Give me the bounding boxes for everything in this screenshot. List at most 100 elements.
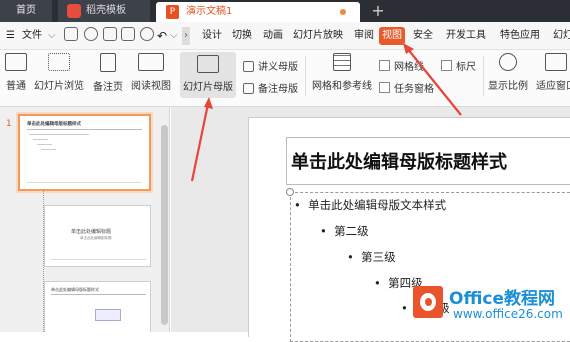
ribbon-divider <box>483 56 484 96</box>
display-ratio-label: 显示比例 <box>488 81 528 92</box>
menu-design[interactable]: 设计 <box>202 27 222 45</box>
notes-master-icon <box>243 83 254 94</box>
more-arrow-icon[interactable]: › <box>182 27 190 45</box>
menu-slide-more[interactable]: 幻灯 <box>553 27 570 45</box>
text-level-2-label: 第二级 <box>334 224 369 238</box>
slide-sorter-label: 幻灯片浏览 <box>34 81 84 92</box>
presentation-icon: P <box>166 5 179 19</box>
grid-guides-button[interactable]: 网格和参考线 <box>311 53 373 92</box>
ruler-label: 标尺 <box>456 62 476 73</box>
watermark: Office教程网 www.office26.com <box>413 282 570 332</box>
thumbnail-scrollbar[interactable] <box>160 107 169 332</box>
zoom-icon <box>499 53 517 71</box>
gridlines-label: 网格线 <box>394 62 424 73</box>
normal-view-icon <box>5 53 27 71</box>
master-title-text[interactable]: 单击此处编辑母版标题样式 <box>291 143 570 183</box>
notes-page-icon <box>100 53 116 72</box>
menu-review[interactable]: 审阅 <box>354 27 374 45</box>
thumb-text-line <box>29 134 89 135</box>
fit-window-icon <box>545 53 567 71</box>
undo-dropdown-icon[interactable]: ⌵ <box>170 27 178 45</box>
ruler-checkbox[interactable]: 标尺 <box>441 58 476 73</box>
slide-master-button[interactable]: 幻灯片母版 <box>180 52 236 98</box>
display-ratio-button[interactable]: 显示比例 <box>486 53 530 92</box>
slide-thumbnail-title-layout[interactable]: 单击此处编辑标题 单击此处编辑副标题 <box>44 205 151 267</box>
gridlines-checkbox[interactable]: 网格线 <box>379 58 424 73</box>
open-icon[interactable] <box>64 27 78 41</box>
task-pane-checkbox-box[interactable] <box>379 82 390 93</box>
thumb-rule <box>51 294 146 295</box>
normal-view-button[interactable]: 普通 <box>4 53 28 92</box>
reading-view-label: 阅读视图 <box>131 81 171 92</box>
slide-thumbnail-content-layout[interactable]: 单击此处编辑母版标题样式 <box>44 281 151 332</box>
text-level-1-label: 单击此处编辑母版文本样式 <box>308 198 447 212</box>
thumb-subtitle: 单击此处编辑副标题 <box>80 236 112 240</box>
tab-template[interactable]: 稻壳模板 <box>58 0 150 22</box>
text-level-1[interactable]: • 单击此处编辑母版文本样式 <box>294 197 446 213</box>
menu-slideshow[interactable]: 幻灯片放映 <box>293 27 343 45</box>
tab-document[interactable]: P 演示文稿1 <box>156 2 360 22</box>
menu-developer[interactable]: 开发工具 <box>446 27 486 45</box>
thumb-placeholder-icons <box>95 309 121 321</box>
scrollbar-thumb[interactable] <box>161 125 168 325</box>
notes-page-label: 备注页 <box>93 82 123 93</box>
thumb-footer-line <box>27 182 142 183</box>
menu-animation[interactable]: 动画 <box>263 27 283 45</box>
task-pane-checkbox[interactable]: 任务窗格 <box>379 80 434 95</box>
handout-master-label: 讲义母版 <box>258 62 298 73</box>
menu-security[interactable]: 安全 <box>413 27 433 45</box>
handout-master-button[interactable]: 讲义母版 <box>243 58 298 73</box>
fit-window-button[interactable]: 适应窗口 <box>534 53 570 92</box>
ribbon: 普通 幻灯片浏览 备注页 阅读视图 幻灯片母版 讲义母版 备注母版 网格和参考线… <box>0 50 570 107</box>
undo-icon[interactable]: ↶ <box>157 27 167 45</box>
thumb-title: 单击此处编辑母版标题样式 <box>27 122 81 127</box>
thumb-title: 单击此处编辑标题 <box>71 229 112 235</box>
preview-icon[interactable] <box>140 27 154 41</box>
tab-bar: 首页 稻壳模板 P 演示文稿1 + <box>0 0 570 22</box>
thumb-text-line <box>37 144 52 145</box>
reading-view-button[interactable]: 阅读视图 <box>128 53 174 92</box>
notes-page-button[interactable]: 备注页 <box>92 53 124 93</box>
text-level-3-label: 第三级 <box>361 250 396 264</box>
tab-home[interactable]: 首页 <box>0 0 52 22</box>
thumb-title: 单击此处编辑母版标题样式 <box>51 287 99 292</box>
export-icon[interactable] <box>103 27 117 41</box>
thumb-rule <box>27 129 142 130</box>
menu-transition[interactable]: 切换 <box>232 27 252 45</box>
menu-bar: ☰ 文件 ⌵ ↶ ⌵ › 设计 切换 动画 幻灯片放映 审阅 视图 安全 开发工… <box>0 22 570 50</box>
thumb-text-line <box>33 139 48 140</box>
menu-features[interactable]: 特色应用 <box>500 27 540 45</box>
text-level-2[interactable]: • 第二级 <box>320 223 369 239</box>
tab-document-label: 演示文稿1 <box>186 6 233 17</box>
text-level-3[interactable]: • 第三级 <box>347 249 396 265</box>
gridlines-checkbox-box[interactable] <box>379 60 390 71</box>
reading-view-icon <box>138 53 164 71</box>
tab-template-label: 稻壳模板 <box>86 5 126 16</box>
resize-handle[interactable] <box>286 188 294 196</box>
slide-master-icon <box>197 55 219 73</box>
slide-number: 1 <box>6 119 12 129</box>
slide-sorter-button[interactable]: 幻灯片浏览 <box>33 53 85 92</box>
slide-sorter-icon <box>48 53 70 71</box>
slide-thumbnail-master[interactable]: 单击此处编辑母版标题样式 <box>18 114 151 191</box>
ribbon-divider <box>305 56 306 96</box>
notes-master-button[interactable]: 备注母版 <box>243 80 298 95</box>
menu-view[interactable]: 视图 <box>379 27 405 45</box>
grid-guides-label: 网格和参考线 <box>312 81 372 92</box>
thumb-footer-line <box>51 259 146 260</box>
ruler-checkbox-box[interactable] <box>441 60 452 71</box>
slide-thumbnail-panel: 1 单击此处编辑母版标题样式 单击此处编辑标题 单击此处编辑副标题 单击此处编辑… <box>0 107 170 332</box>
slide-master-label: 幻灯片母版 <box>183 82 233 93</box>
normal-view-label: 普通 <box>6 81 26 92</box>
watermark-title: Office教程网 <box>449 289 556 309</box>
office-logo-icon <box>413 286 443 318</box>
task-pane-label: 任务窗格 <box>394 84 434 95</box>
hamburger-icon[interactable]: ☰ <box>6 27 15 45</box>
file-dropdown-icon[interactable]: ⌵ <box>48 27 56 45</box>
grid-icon <box>333 53 351 71</box>
save-icon[interactable] <box>84 27 98 41</box>
file-menu[interactable]: 文件 <box>22 27 42 45</box>
thumb-text-line <box>41 149 56 150</box>
print-icon[interactable] <box>121 27 135 41</box>
new-tab-button[interactable]: + <box>368 0 388 22</box>
